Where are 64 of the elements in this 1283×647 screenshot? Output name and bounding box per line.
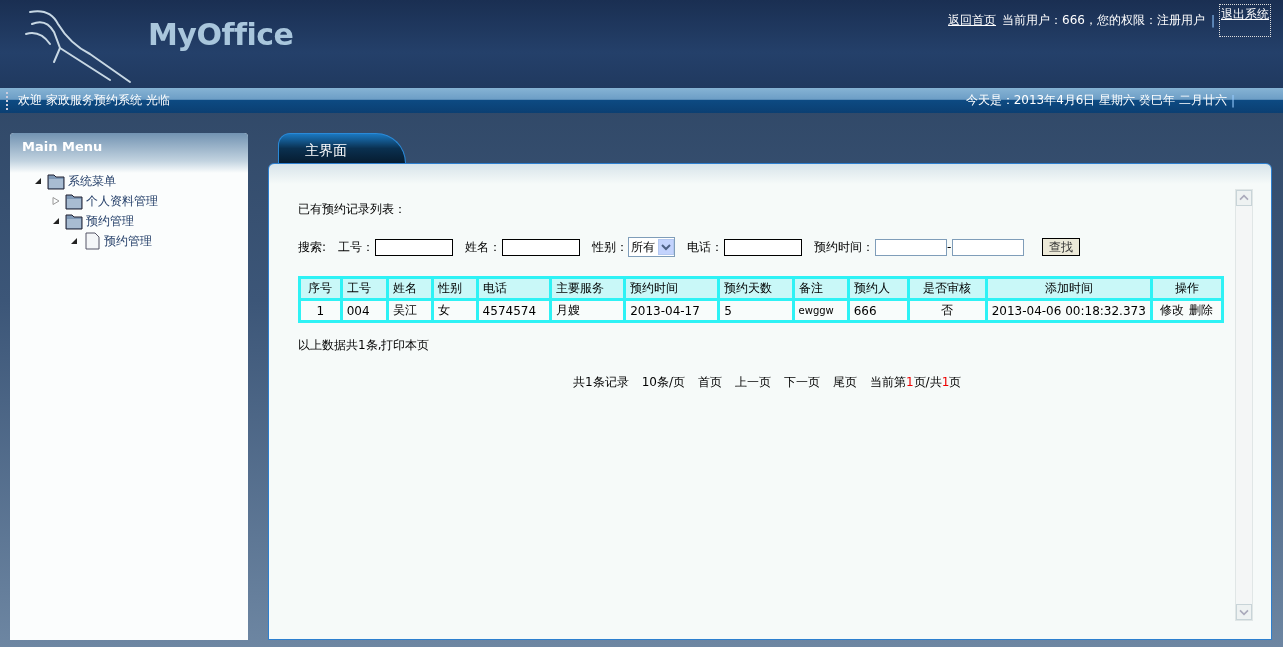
folder-icon bbox=[47, 172, 65, 190]
tree-item[interactable]: 系统菜单 bbox=[68, 172, 116, 190]
column-header: 添加时间 bbox=[986, 277, 1152, 300]
expanded-arrow-icon[interactable] bbox=[70, 237, 78, 245]
range-separator: - bbox=[947, 240, 952, 254]
column-header: 主要服务 bbox=[550, 277, 625, 300]
file-icon bbox=[83, 232, 101, 250]
edit-link[interactable]: 修改 bbox=[1160, 303, 1185, 317]
folder-icon bbox=[65, 192, 83, 210]
date-field[interactable] bbox=[952, 238, 1025, 256]
field-label: 性别： bbox=[592, 238, 629, 256]
field-label: 工号： bbox=[338, 238, 375, 256]
field-label: 姓名： bbox=[465, 238, 502, 256]
column-header: 备注 bbox=[793, 277, 849, 300]
column-header: 姓名 bbox=[387, 277, 433, 300]
table-cell: 1 bbox=[299, 299, 342, 322]
date-field[interactable] bbox=[875, 238, 948, 256]
column-header: 预约天数 bbox=[718, 277, 794, 300]
separator: | bbox=[1210, 13, 1215, 28]
column-header: 性别 bbox=[432, 277, 478, 300]
expanded-arrow-icon[interactable] bbox=[52, 217, 60, 225]
pager-info: 共1条记录 bbox=[573, 374, 629, 391]
gender-select[interactable]: 所有 bbox=[628, 237, 676, 257]
field-label: 电话： bbox=[687, 238, 724, 256]
pager-info: 10条/页 bbox=[641, 374, 685, 391]
pager-link[interactable]: 尾页 bbox=[832, 374, 857, 391]
input-field[interactable] bbox=[724, 238, 803, 256]
table-cell: 2013-04-06 00:18:32.373 bbox=[986, 299, 1152, 322]
input-field[interactable] bbox=[502, 238, 581, 256]
nav-link[interactable]: 返回首页 bbox=[948, 12, 997, 29]
separator: | bbox=[1230, 93, 1235, 108]
main-tab[interactable]: 主界面 bbox=[278, 133, 406, 163]
search-label: 搜索: bbox=[298, 238, 327, 256]
column-header: 电话 bbox=[477, 277, 551, 300]
column-header: 是否审核 bbox=[908, 277, 987, 300]
column-header: 序号 bbox=[299, 277, 342, 300]
welcome-text: 欢迎 家政服务预约系统 光临 bbox=[18, 92, 170, 109]
column-header: 工号 bbox=[341, 277, 388, 300]
dropdown-icon[interactable] bbox=[658, 239, 675, 255]
folder-icon bbox=[65, 212, 83, 230]
menu-title: Main Menu bbox=[10, 133, 248, 173]
grip-handle bbox=[6, 91, 10, 110]
expanded-arrow-icon[interactable] bbox=[34, 177, 42, 185]
column-header: 预约人 bbox=[848, 277, 909, 300]
pager-link[interactable]: 上一页 bbox=[734, 374, 771, 391]
page-status: 当前第1页/共1页 bbox=[869, 374, 962, 391]
pager-link[interactable]: 下一页 bbox=[783, 374, 820, 391]
collapsed-arrow-icon[interactable] bbox=[52, 197, 60, 205]
date-text: 今天是：2013年4月6日 星期六 癸巳年 二月廿六 bbox=[965, 92, 1227, 109]
pager-link[interactable]: 首页 bbox=[697, 374, 722, 391]
list-heading: 已有预约记录列表： bbox=[298, 201, 407, 218]
tree-item[interactable]: 预约管理 bbox=[86, 212, 134, 230]
column-header: 操作 bbox=[1151, 277, 1223, 300]
input-field[interactable] bbox=[375, 238, 454, 256]
column-header: 预约时间 bbox=[624, 277, 719, 300]
search-button[interactable]: 查找 bbox=[1042, 238, 1081, 256]
app-logo: MyOffice bbox=[148, 17, 294, 52]
summary-text: 以上数据共1条,打印本页 bbox=[298, 337, 431, 354]
tree-item[interactable]: 个人资料管理 bbox=[86, 192, 158, 210]
nav-link[interactable]: 退出系统 bbox=[1221, 6, 1269, 35]
field-label: 预约时间： bbox=[814, 238, 875, 256]
delete-link[interactable]: 删除 bbox=[1189, 303, 1214, 317]
tree-item[interactable]: 预约管理 bbox=[104, 232, 152, 250]
user-info: 当前用户：666，您的权限：注册用户 bbox=[1002, 12, 1205, 29]
